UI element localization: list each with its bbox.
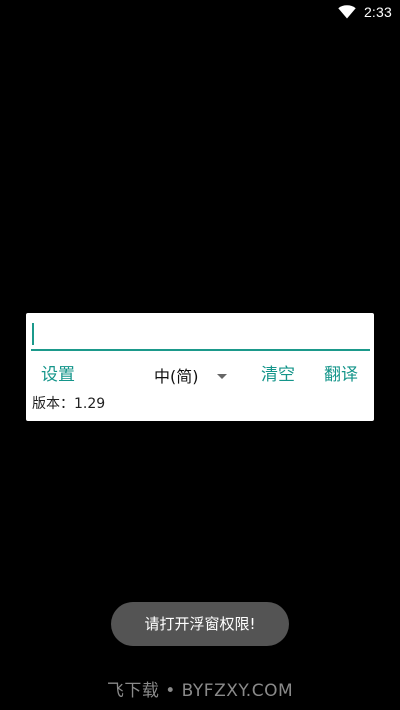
status-icons: 2:33	[338, 2, 392, 22]
input-underline	[31, 319, 370, 351]
toast-message: 请打开浮窗权限!	[111, 602, 289, 646]
clear-button[interactable]: 清空	[261, 361, 295, 389]
language-select[interactable]: 中(简)	[154, 361, 234, 389]
translate-panel: 设置 中(简) 清空 翻译 版本：1.29	[26, 313, 374, 421]
status-clock: 2:33	[363, 4, 392, 20]
watermark-text: 飞下载 • BYFZXY.COM	[106, 681, 294, 701]
text-cursor	[32, 323, 34, 345]
screen: { "status_bar": { "time": "2:33", "wifi_…	[0, 0, 400, 710]
translate-input[interactable]	[31, 319, 370, 349]
wifi-icon	[338, 5, 356, 19]
chevron-down-icon	[216, 373, 227, 379]
settings-button[interactable]: 设置	[41, 361, 75, 389]
status-bar: 2:33	[0, 0, 400, 24]
version-label: 版本：1.29	[32, 396, 106, 412]
translate-button[interactable]: 翻译	[324, 361, 358, 389]
language-selected-value: 中(简)	[154, 367, 199, 386]
